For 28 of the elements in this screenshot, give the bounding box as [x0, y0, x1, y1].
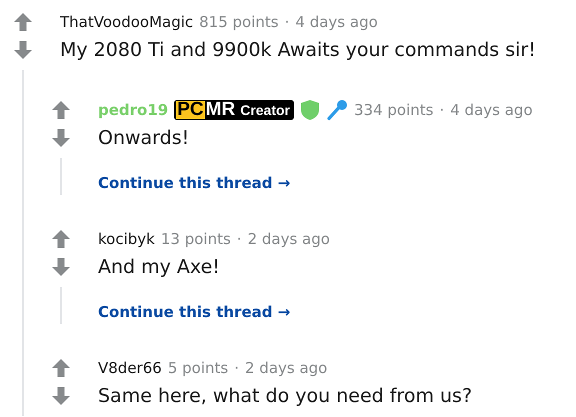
upvote-icon[interactable] — [51, 358, 71, 378]
comment-body: And my Axe! — [98, 255, 221, 280]
downvote-icon[interactable] — [51, 386, 71, 406]
points: 815 points — [199, 13, 279, 31]
points: 334 points — [354, 101, 434, 119]
separator: · — [234, 359, 239, 377]
comment-body: Onwards! — [98, 126, 190, 151]
downvote-icon[interactable] — [51, 128, 71, 148]
user-flair: PCMR Creator — [174, 100, 294, 120]
separator: · — [236, 230, 242, 248]
username[interactable]: V8der66 — [98, 359, 162, 377]
microphone-icon — [326, 99, 348, 121]
shield-icon — [300, 99, 320, 121]
separator: · — [439, 101, 444, 119]
upvote-icon[interactable] — [51, 100, 71, 120]
downvote-icon[interactable] — [51, 257, 71, 277]
comment-body: My 2080 Ti and 9900k Awaits your commands sir! — [60, 38, 537, 63]
separator: · — [284, 13, 290, 31]
username[interactable]: ThatVoodooMagic — [60, 13, 194, 31]
continue-thread-link[interactable]: Continue this thread → — [98, 300, 290, 324]
continue-thread-link[interactable]: Continue this thread → — [98, 171, 290, 195]
comment-body: Same here, what do you need from us? — [98, 384, 474, 409]
points: 5 points — [168, 359, 228, 377]
username[interactable]: kocibyk — [98, 230, 155, 248]
downvote-icon[interactable] — [13, 40, 33, 60]
points: 13 points — [160, 230, 231, 248]
upvote-icon[interactable] — [13, 12, 33, 32]
upvote-icon[interactable] — [51, 229, 71, 249]
